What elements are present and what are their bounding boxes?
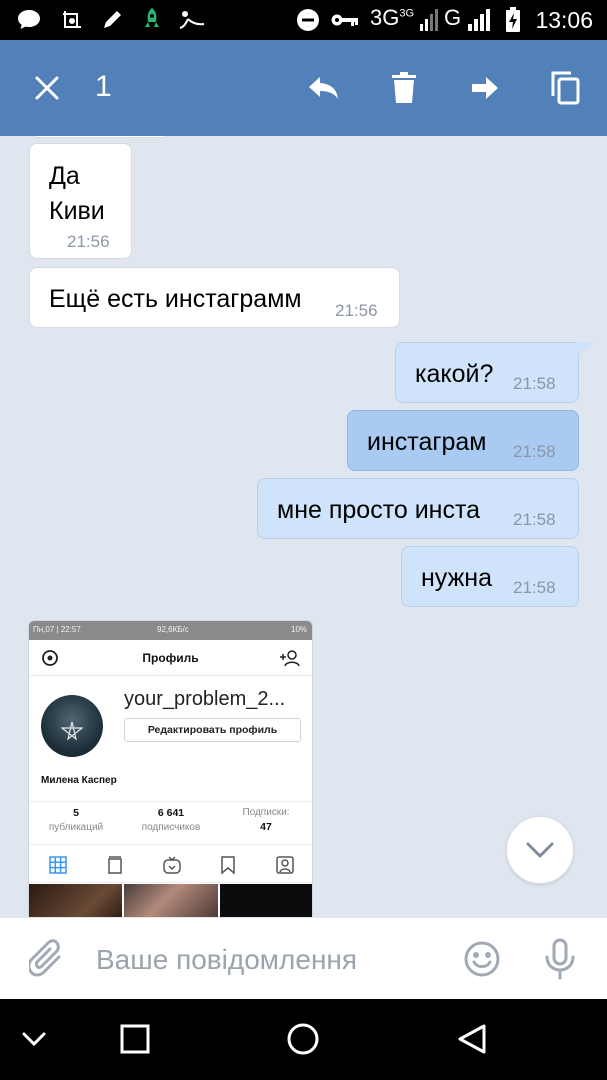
stat-following: Подписки: 47 (242, 807, 290, 833)
forward-icon (472, 77, 498, 99)
delete-icon (392, 72, 416, 103)
delete-button[interactable] (380, 64, 428, 112)
message-bubble-partial[interactable] (30, 136, 170, 138)
message-bubble-outgoing[interactable]: нужна 21:58 (401, 546, 579, 607)
close-selection-button[interactable] (23, 64, 71, 112)
attachment-status-left: Пн,07 | 22:57 (33, 625, 81, 634)
reply-icon (309, 77, 338, 99)
circle-icon (287, 1023, 319, 1055)
scroll-to-bottom-button[interactable] (506, 816, 574, 884)
pen-icon (98, 6, 126, 34)
photo-thumbnail (220, 884, 312, 917)
rocket-icon (138, 6, 166, 34)
forward-button[interactable] (461, 64, 509, 112)
photo-thumbnail (124, 884, 218, 917)
paperclip-icon (29, 939, 61, 977)
stat-posts: 5 публикаций (48, 807, 104, 833)
message-bubble[interactable]: Да Киви 21:56 (29, 143, 132, 259)
profile-avatar (41, 695, 103, 757)
message-text: нужна (421, 564, 493, 592)
bubble-tail (576, 342, 594, 356)
profile-name: Милена Каспер (41, 775, 117, 786)
emoji-icon (464, 941, 500, 977)
message-time: 21:58 (513, 578, 556, 597)
microphone-icon (545, 938, 575, 980)
hide-nav-button[interactable] (10, 1015, 58, 1063)
chat-bubble-icon (14, 6, 44, 34)
reply-button[interactable] (300, 64, 348, 112)
copy-icon (551, 71, 580, 105)
image-attachment[interactable]: Пн,07 | 22:57 92,6КБ/с 10% Профиль your_… (28, 620, 313, 917)
profile-tabs (29, 847, 312, 883)
feed-icon (108, 856, 122, 874)
dnd-icon (294, 6, 322, 34)
message-composer: Ваше повідомлення (0, 917, 607, 999)
tagged-icon (276, 856, 294, 874)
add-person-icon (280, 650, 300, 667)
message-bubble-outgoing[interactable]: какой? 21:58 (395, 342, 579, 403)
message-bubble-outgoing-selected[interactable]: инстаграм 21:58 (347, 410, 579, 471)
copy-button[interactable] (541, 64, 589, 112)
message-list[interactable]: Да Киви 21:56 Ещё есть инстаграмм 21:56 … (0, 136, 607, 917)
status-bar: 3G3G G 13:06 (0, 0, 607, 40)
system-navigation-bar (0, 999, 607, 1080)
pentagram-icon (61, 721, 83, 741)
recent-apps-button[interactable] (111, 1015, 159, 1063)
photo-thumbnail (29, 884, 122, 917)
profile-username: your_problem_2... (124, 688, 286, 710)
message-time: 21:56 (335, 301, 378, 320)
stat-followers: 6 641 подписчиков (141, 807, 201, 833)
edit-profile-button: Редактировать профиль (124, 718, 301, 742)
screenshot-icon (58, 6, 86, 34)
bookmark-icon (221, 856, 235, 875)
close-icon (35, 76, 59, 100)
signal-icon-2 (466, 6, 492, 34)
message-time: 21:56 (67, 232, 110, 251)
message-text: мне просто инста (277, 496, 481, 524)
attach-button[interactable] (24, 936, 70, 982)
selected-count: 1 (95, 70, 112, 103)
emoji-button[interactable] (459, 936, 505, 982)
message-text: Киви (49, 197, 105, 225)
attachment-status-battery: 10% (291, 625, 308, 634)
igtv-icon (163, 856, 181, 874)
back-button[interactable] (448, 1015, 496, 1063)
message-bubble-outgoing[interactable]: мне просто инста 21:58 (257, 478, 579, 539)
signal-icon (418, 6, 440, 34)
network-type-2: G (444, 5, 462, 30)
grid-icon (49, 856, 67, 874)
network-type-1: 3G3G (370, 5, 415, 30)
message-bubble[interactable]: Ещё есть инстаграмм 21:56 (29, 267, 400, 328)
selection-action-bar: 1 (0, 40, 607, 136)
voice-message-button[interactable] (537, 936, 583, 982)
message-text: какой? (415, 360, 494, 388)
profile-photo-grid (29, 884, 312, 917)
attachment-status-bar: Пн,07 | 22:57 92,6КБ/с 10% (29, 621, 312, 640)
attachment-title: Профиль (142, 651, 199, 665)
message-text: Ещё есть инстаграмм (49, 285, 302, 313)
message-text: Да (49, 162, 80, 190)
attachment-status-right: 92,6КБ/с (157, 625, 189, 634)
battery-charging-icon (502, 6, 524, 34)
message-time: 21:58 (513, 510, 556, 529)
app-icon (176, 6, 208, 34)
triangle-back-icon (458, 1024, 486, 1054)
message-time: 21:58 (513, 374, 556, 393)
clock: 13:06 (535, 7, 593, 33)
chevron-down-icon (526, 842, 554, 858)
home-button[interactable] (279, 1015, 327, 1063)
chevron-down-icon (22, 1032, 46, 1047)
message-time: 21:58 (513, 442, 556, 461)
square-icon (120, 1024, 150, 1054)
profile-stats: 5 публикаций 6 641 подписчиков Подписки: 47 (29, 801, 312, 845)
message-input[interactable]: Ваше повідомлення (96, 944, 357, 976)
key-icon (330, 6, 360, 34)
message-text: инстаграм (367, 428, 487, 456)
attachment-header: Профиль (29, 640, 312, 676)
